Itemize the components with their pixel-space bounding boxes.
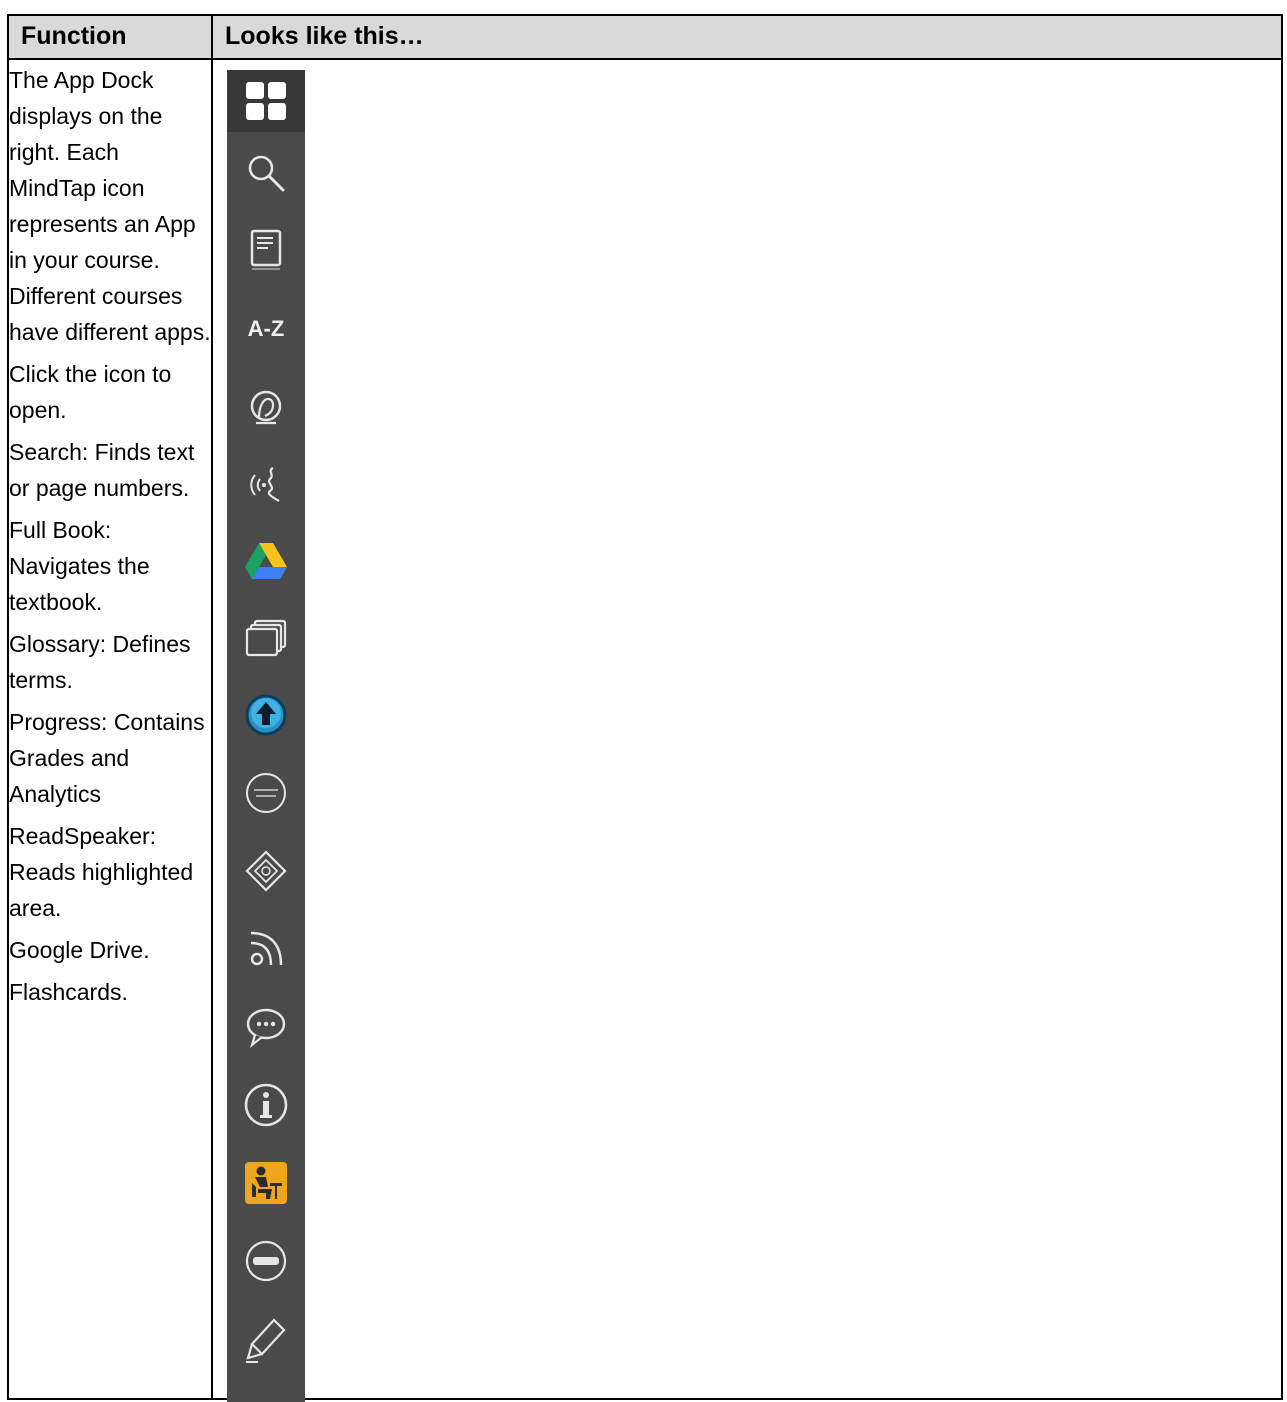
learner-icon[interactable] <box>227 1152 305 1214</box>
function-paragraph: The App Dock displays on the right. Each… <box>9 67 211 345</box>
luvo-icon[interactable] <box>227 1230 305 1292</box>
header-function-label: Function <box>21 22 127 50</box>
readspeaker-icon[interactable] <box>227 454 305 516</box>
apps-grid-icon[interactable] <box>227 70 305 132</box>
glossary-label: A-Z <box>247 316 285 341</box>
google-drive-icon[interactable] <box>227 530 305 592</box>
merriam-webster-icon[interactable] <box>227 762 305 824</box>
function-paragraph: Click the icon to open. <box>9 361 172 423</box>
function-paragraph: Glossary: Defines terms. <box>9 631 191 693</box>
function-text: The App Dock displays on the right. Each… <box>9 62 211 1010</box>
rss-icon[interactable] <box>227 918 305 980</box>
search-icon[interactable] <box>227 142 305 204</box>
full-book-icon[interactable] <box>227 220 305 282</box>
header-row: Function Looks like this… <box>7 14 1283 60</box>
chat-icon[interactable] <box>227 996 305 1058</box>
highlighter-icon[interactable] <box>227 1310 305 1372</box>
looks-like-cell: A-Z <box>211 58 1283 1402</box>
content-row: The App Dock displays on the right. Each… <box>7 58 1283 1402</box>
info-icon[interactable] <box>227 1074 305 1136</box>
function-paragraph: Progress: Contains Grades and Analytics <box>9 709 205 807</box>
flashcards-icon[interactable] <box>227 608 305 670</box>
header-function: Function <box>7 14 213 60</box>
function-paragraph: ReadSpeaker: Reads highlighted area. <box>9 823 194 921</box>
function-paragraph: Google Drive. <box>9 937 150 963</box>
header-looks-like: Looks like this… <box>211 14 1283 60</box>
progress-icon[interactable] <box>227 376 305 438</box>
compass-icon[interactable] <box>227 840 305 902</box>
function-paragraph: Flashcards. <box>9 979 128 1005</box>
upload-icon[interactable] <box>227 684 305 746</box>
function-paragraph: Full Book: Navigates the textbook. <box>9 517 150 615</box>
document-page: Function Looks like this… The App Dock d… <box>0 0 1287 1402</box>
header-looks-like-label: Looks like this… <box>225 22 424 50</box>
function-cell: The App Dock displays on the right. Each… <box>7 58 213 1400</box>
function-table: Function Looks like this… The App Dock d… <box>7 14 1283 1402</box>
app-dock: A-Z <box>227 70 305 1402</box>
glossary-icon[interactable]: A-Z <box>227 298 305 360</box>
function-paragraph: Search: Finds text or page numbers. <box>9 439 195 501</box>
